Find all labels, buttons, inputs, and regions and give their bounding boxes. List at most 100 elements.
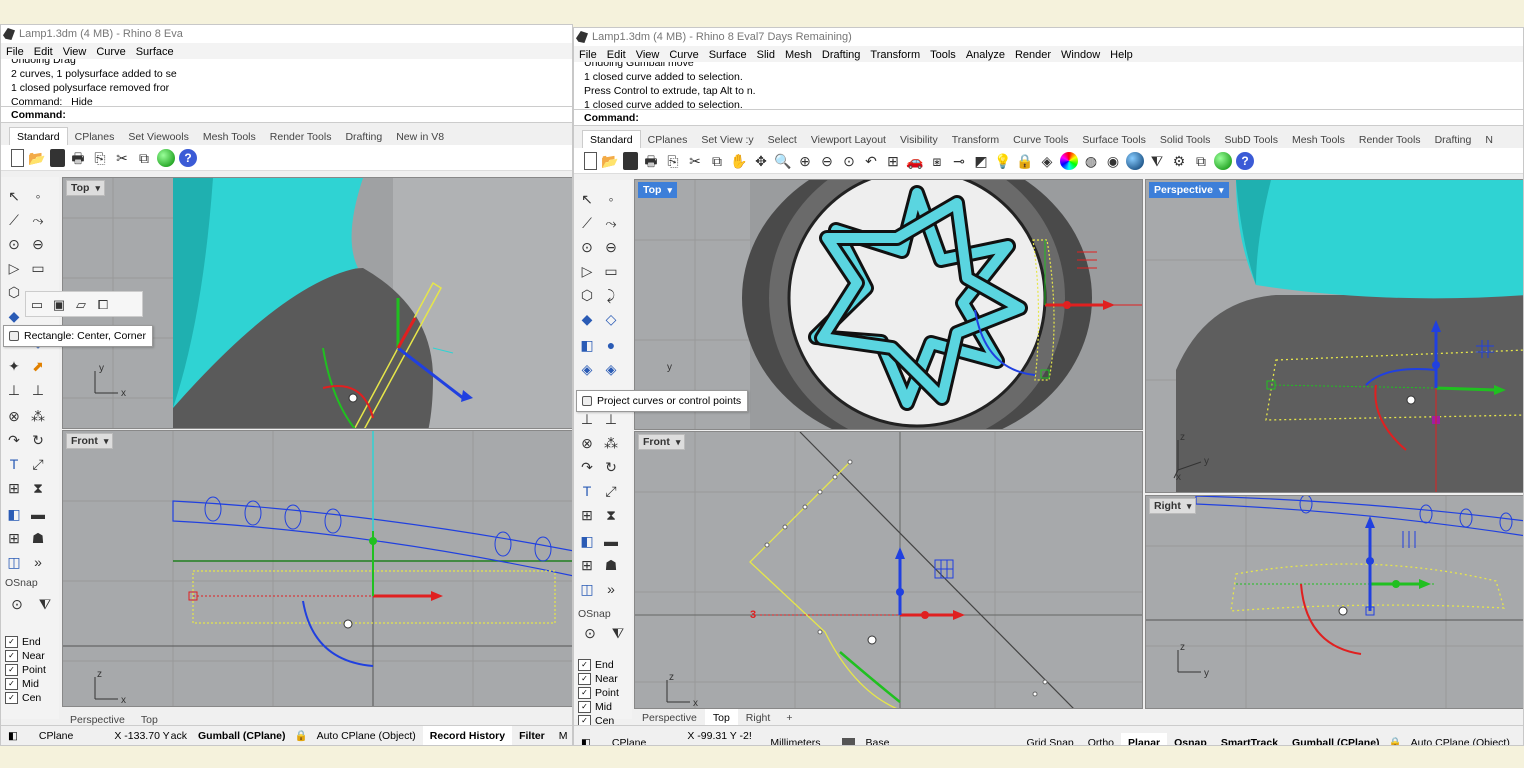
curve-2-icon[interactable]: ⤸ xyxy=(601,286,621,304)
box-icon[interactable]: ◧ xyxy=(577,336,597,354)
tab-cplanes[interactable]: CPlanes xyxy=(641,131,695,148)
mesh-icon[interactable]: ◈ xyxy=(577,360,597,378)
rotate-icon[interactable]: ↷ xyxy=(577,458,597,476)
open-file-icon[interactable]: 📂 xyxy=(28,149,46,167)
rectangle-center-icon[interactable]: ▣ xyxy=(50,296,68,314)
box-icon[interactable]: ◧ xyxy=(4,505,24,523)
move-view-icon[interactable]: ✥ xyxy=(752,152,770,170)
zoom-extents-icon[interactable]: ⊖ xyxy=(818,152,836,170)
tab-mesh-tools[interactable]: Mesh Tools xyxy=(196,128,263,145)
bulb-icon[interactable]: 💡 xyxy=(994,152,1012,170)
surface-icon[interactable]: ◆ xyxy=(577,310,597,328)
osnap-target-icon[interactable]: ⊙ xyxy=(7,595,27,613)
new-file-icon[interactable] xyxy=(11,149,24,167)
globe-icon[interactable] xyxy=(157,149,175,167)
rectangle-icon[interactable]: ▭ xyxy=(601,262,621,280)
command-prompt[interactable]: Command: xyxy=(1,107,572,123)
transform-icon[interactable]: ✦ xyxy=(4,357,24,375)
status-units[interactable]: Millimeters xyxy=(763,733,827,745)
polygon-icon[interactable]: ⬡ xyxy=(577,286,597,304)
tab-transform[interactable]: Transform xyxy=(945,131,1006,148)
osnap-filter-icon[interactable]: ⧨ xyxy=(608,624,628,642)
status-osnap[interactable]: Osnap xyxy=(1167,733,1214,745)
status-smarttrack[interactable]: SmartTrack xyxy=(1214,733,1285,745)
viewport-label-front[interactable]: Front xyxy=(66,433,114,449)
import-icon[interactable]: ⎘ xyxy=(664,152,682,170)
rotate-2-icon[interactable]: ↻ xyxy=(28,431,48,449)
viewport-label-top[interactable]: Top xyxy=(66,180,105,196)
osnap-cen[interactable]: Cen xyxy=(5,691,46,705)
more-icon[interactable]: » xyxy=(28,553,48,571)
cplane-icon[interactable]: ⧆ xyxy=(928,152,946,170)
new-file-icon[interactable] xyxy=(584,152,597,170)
lock-icon[interactable]: 🔒 xyxy=(1016,152,1034,170)
globe-icon[interactable] xyxy=(1214,152,1232,170)
import-icon[interactable]: ⎘ xyxy=(91,149,109,167)
extrude-box-icon[interactable]: ◧ xyxy=(577,532,597,550)
status-ortho[interactable]: Ortho xyxy=(1081,733,1121,745)
status-planar[interactable]: Planar xyxy=(1121,733,1168,745)
array-icon[interactable]: ⊞ xyxy=(577,506,597,524)
viewport-perspective[interactable]: Perspective z y x xyxy=(1145,179,1523,493)
polygon-icon[interactable]: ⬡ xyxy=(4,283,24,301)
mesh-2-icon[interactable]: ◈ xyxy=(601,360,621,378)
point-icon[interactable]: ◦ xyxy=(28,187,48,205)
osnap-point[interactable]: Point xyxy=(578,686,619,700)
surface-2-icon[interactable]: ◇ xyxy=(601,310,621,328)
point-icon[interactable]: ◦ xyxy=(601,190,621,208)
tab-drafting[interactable]: Drafting xyxy=(338,128,389,145)
tab-visibility[interactable]: Visibility xyxy=(893,131,945,148)
status-cplane[interactable]: CPlane xyxy=(598,733,653,745)
dimension-icon[interactable]: ⊥ xyxy=(4,381,24,399)
status-auto-cplane[interactable]: Auto CPlane (Object) xyxy=(310,726,423,745)
tab-new-in-v8[interactable]: New in V8 xyxy=(389,128,451,145)
surface-icon[interactable]: ◆ xyxy=(4,307,24,325)
dimension-icon[interactable]: ⊥ xyxy=(577,410,597,428)
snap-icon[interactable]: ⊸ xyxy=(950,152,968,170)
dimension-2-icon[interactable]: ⊥ xyxy=(28,381,48,399)
tab-render-tools[interactable]: Render Tools xyxy=(1352,131,1428,148)
help-icon[interactable]: ? xyxy=(1236,152,1254,170)
rotate-icon[interactable]: ↷ xyxy=(4,431,24,449)
layer-icon[interactable]: ◧ xyxy=(1,726,25,745)
extrude-icon[interactable]: ◫ xyxy=(577,580,597,598)
tab-curve-tools[interactable]: Curve Tools xyxy=(1006,131,1075,148)
osnap-target-icon[interactable]: ⊙ xyxy=(580,624,600,642)
status-record-history[interactable]: Record History xyxy=(422,726,513,745)
ellipse-icon[interactable]: ⊖ xyxy=(28,235,48,253)
scale-icon[interactable]: ⤢ xyxy=(28,455,48,473)
zoom-window-icon[interactable]: ⊕ xyxy=(796,152,814,170)
osnap-near[interactable]: Near xyxy=(578,672,619,686)
osnap-near[interactable]: Near xyxy=(5,649,46,663)
mirror-icon[interactable]: ⧗ xyxy=(28,479,48,497)
tab-subd-tools[interactable]: SubD Tools xyxy=(1217,131,1285,148)
tab-standard[interactable]: Standard xyxy=(9,127,68,145)
layer-swatch-icon[interactable] xyxy=(841,737,855,745)
boolean-icon[interactable]: ⊗ xyxy=(4,407,24,425)
copy-icon[interactable]: ⧉ xyxy=(708,152,726,170)
gear-icon[interactable]: ⚙ xyxy=(1170,152,1188,170)
ruler-icon[interactable]: ▬ xyxy=(28,505,48,523)
status-gumball[interactable]: Gumball (CPlane) xyxy=(191,726,293,745)
osnap-filter-icon[interactable]: ⧨ xyxy=(35,595,55,613)
tab-surface-tools[interactable]: Surface Tools xyxy=(1075,131,1152,148)
arc-icon[interactable]: ▷ xyxy=(4,259,24,277)
zoom-icon[interactable]: 🔍 xyxy=(774,152,792,170)
tab-drafting[interactable]: Drafting xyxy=(1428,131,1479,148)
tab-set-view[interactable]: Set Viewools xyxy=(121,128,196,145)
light-icon[interactable]: ☗ xyxy=(601,556,621,574)
status-cplane[interactable]: CPlane xyxy=(25,726,80,745)
ellipse-icon[interactable]: ⊖ xyxy=(601,238,621,256)
save-icon[interactable] xyxy=(50,149,65,167)
grid-icon[interactable]: ⊞ xyxy=(4,529,24,547)
mirror-icon[interactable]: ⧗ xyxy=(601,506,621,524)
copy-icon[interactable]: ⧉ xyxy=(135,149,153,167)
undo-view-icon[interactable]: ↶ xyxy=(862,152,880,170)
dimension-2-icon[interactable]: ⊥ xyxy=(601,410,621,428)
cut-icon[interactable]: ✂ xyxy=(686,152,704,170)
print-icon[interactable]: 🖶 xyxy=(642,152,660,170)
print-icon[interactable]: 🖶 xyxy=(69,149,87,167)
array-icon[interactable]: ⊞ xyxy=(4,479,24,497)
sphere-icon[interactable] xyxy=(1126,152,1144,170)
tab-set-view[interactable]: Set View :y xyxy=(694,131,760,148)
